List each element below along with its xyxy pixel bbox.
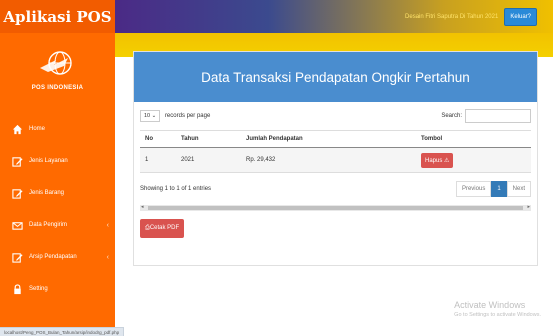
sidebar-item-label: Setting (29, 286, 48, 292)
sidebar-item-home[interactable]: Home (0, 113, 115, 145)
sidebar-item-label: Arsip Pendapatan (29, 254, 77, 260)
column-header-no[interactable]: No (140, 130, 176, 148)
scrollbar-thumb[interactable] (148, 206, 523, 210)
search-label: Search: (441, 113, 462, 119)
windows-activation-watermark: Activate Windows Go to Settings to activ… (454, 300, 541, 318)
column-header-tahun[interactable]: Tahun (176, 130, 241, 148)
column-header-tombol[interactable]: Tombol (416, 130, 531, 148)
column-header-jumlah[interactable]: Jumlah Pendapatan (241, 130, 416, 148)
table-row: 1 2021 Rp. 29,432 Hapus ⚠ (140, 147, 531, 173)
data-panel: Data Transaksi Pendapatan Ongkir Pertahu… (133, 51, 538, 266)
sidebar-item-setting[interactable]: Setting (0, 273, 115, 305)
data-table: No Tahun Jumlah Pendapatan Tombol 1 2021… (140, 130, 531, 173)
scroll-right-icon[interactable]: ▸ (527, 204, 530, 210)
main-content: Data Transaksi Pendapatan Ongkir Pertahu… (115, 33, 553, 336)
browser-status-bar: localhost/Peng_POS_Bulan_Tahun/arsip/ind… (0, 327, 125, 336)
pagination: Previous 1 Next (455, 181, 531, 197)
chevron-left-icon: ‹ (106, 253, 109, 261)
watermark-subtitle: Go to Settings to activate Windows. (454, 312, 541, 318)
search-input[interactable] (465, 109, 531, 123)
delete-button[interactable]: Hapus ⚠ (421, 152, 454, 168)
sidebar-item-arsip-pendapatan[interactable]: Arsip Pendapatan ‹ (0, 241, 115, 273)
sidebar-item-label: Home (29, 126, 46, 132)
sidebar-item-label: Jenis Barang (29, 190, 65, 196)
sidebar-item-jenis-layanan[interactable]: Jenis Layanan (0, 145, 115, 177)
panel-title: Data Transaksi Pendapatan Ongkir Pertahu… (134, 52, 537, 102)
welcome-text: Desain Fitri Saputra Di Tahun 2021 (405, 13, 499, 20)
previous-button[interactable]: Previous (455, 181, 492, 197)
edit-icon (10, 250, 24, 264)
lock-icon (10, 282, 24, 296)
print-pdf-button[interactable]: ⎙Cetak PDF (140, 219, 185, 238)
sidebar-item-jenis-barang[interactable]: Jenis Barang (0, 177, 115, 209)
sidebar-item-label: Data Pengirim (29, 222, 68, 228)
sidebar-item-label: Jenis Layanan (29, 158, 68, 164)
records-per-page-label: records per page (164, 113, 211, 119)
logo: POS INDONESIA (0, 33, 115, 105)
horizontal-scrollbar[interactable]: ◂ ▸ (140, 204, 531, 211)
home-icon (10, 122, 24, 136)
topbar: Desain Fitri Saputra Di Tahun 2021 Kelua… (115, 0, 553, 33)
length-control: 10 ⌄ records per page (140, 110, 210, 122)
watermark-title: Activate Windows (454, 300, 526, 310)
app-title: Aplikasi POS (0, 0, 115, 33)
cell-tahun: 2021 (176, 147, 241, 173)
cell-action: Hapus ⚠ (416, 147, 531, 173)
logout-button[interactable]: Keluar? (504, 7, 537, 26)
sidebar-item-data-pengirim[interactable]: Data Pengirim ‹ (0, 209, 115, 241)
page-1-button[interactable]: 1 (491, 181, 507, 197)
cell-jumlah: Rp. 29,432 (241, 147, 416, 173)
pos-logo-icon (39, 50, 72, 75)
next-button[interactable]: Next (506, 181, 531, 197)
table-info: Showing 1 to 1 of 1 entries (140, 186, 212, 192)
edit-icon (10, 186, 24, 200)
logo-text: POS INDONESIA (31, 84, 84, 91)
cell-no: 1 (140, 147, 176, 173)
edit-icon (10, 154, 24, 168)
records-per-page-select[interactable]: 10 ⌄ (140, 110, 161, 122)
chevron-left-icon: ‹ (106, 221, 109, 229)
warning-icon: ⚠ (444, 157, 450, 164)
scroll-left-icon[interactable]: ◂ (141, 204, 144, 210)
sidebar: Aplikasi POS POS INDONESIA Home Jenis La… (0, 0, 115, 336)
envelope-icon (10, 218, 24, 232)
